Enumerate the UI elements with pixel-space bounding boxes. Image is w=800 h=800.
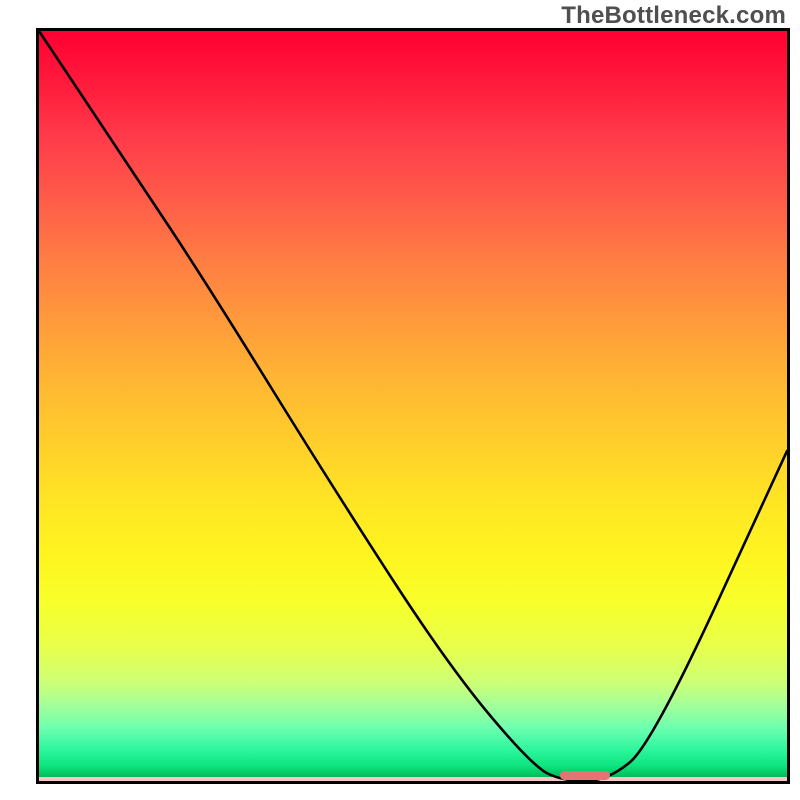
bottleneck-curve-line: [39, 31, 787, 781]
optimal-marker: [560, 771, 610, 780]
plot-area: [36, 28, 790, 784]
curve-svg: [39, 31, 787, 781]
watermark-text: TheBottleneck.com: [561, 2, 786, 30]
chart-container: TheBottleneck.com: [0, 0, 800, 800]
